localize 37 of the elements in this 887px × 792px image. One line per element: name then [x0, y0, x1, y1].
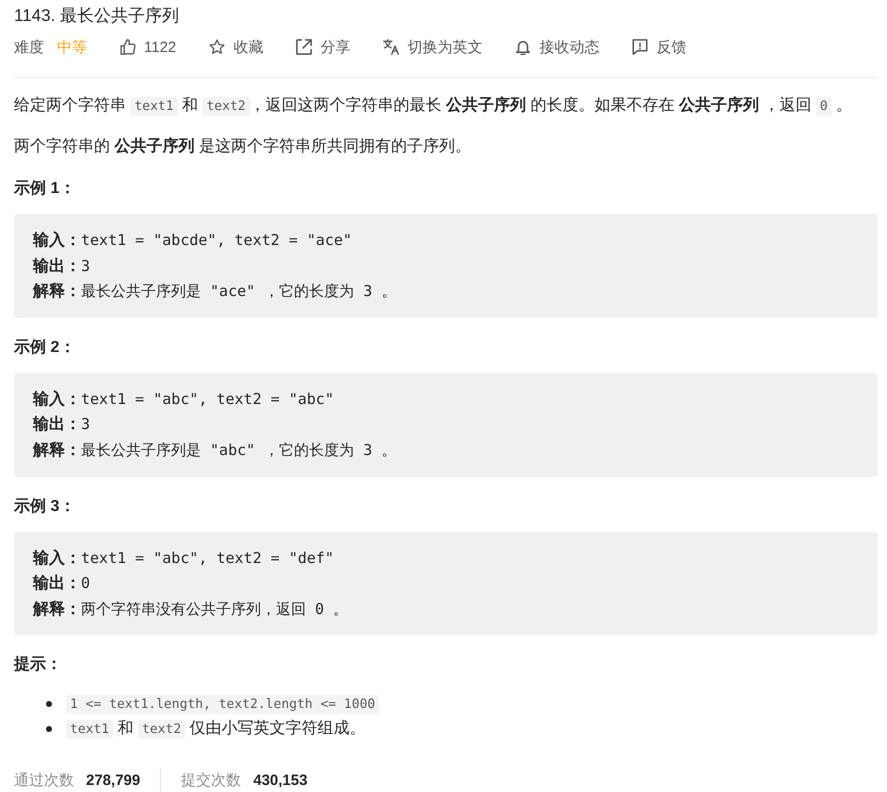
example-line: 解释：两个字符串没有公共子序列，返回 0 。 — [33, 598, 350, 620]
example-heading: 示例 1： — [14, 179, 76, 199]
translate-button[interactable]: 切换为英文 — [383, 38, 482, 56]
stat-value: 430,153 — [253, 772, 308, 789]
example-line: 输入：text1 = "abcde", text2 = "ace" — [33, 230, 353, 251]
hints-heading: 提示： — [14, 654, 63, 676]
bell-button[interactable]: 接收动态 — [515, 38, 600, 56]
star-button[interactable]: 收藏 — [209, 38, 264, 56]
translate-icon — [383, 39, 400, 55]
alert-bubble-icon — [632, 39, 648, 55]
thumbs-up-icon — [120, 39, 136, 55]
example-line: 输出：0 — [33, 573, 92, 594]
example-line: 输出：3 — [33, 256, 92, 277]
example-line: 输出：3 — [33, 414, 92, 436]
difficulty-value: 中等 — [57, 38, 87, 56]
description-text: 两个字符串的 公共子序列 是这两个字符串所共同拥有的子序列。 — [14, 136, 472, 157]
problem-title: 1143. 最长公共子序列 — [14, 5, 180, 27]
like-button[interactable]: 1122 — [120, 38, 176, 56]
example-line: 解释：最长公共子序列是 "ace" ，它的长度为 3 。 — [33, 281, 398, 302]
difficulty-label: 难度 — [14, 38, 44, 56]
star-icon — [209, 39, 226, 55]
bullet-icon — [46, 700, 52, 707]
example-line: 解释：最长公共子序列是 "abc" ，它的长度为 3 。 — [33, 440, 398, 461]
stat-value: 278,799 — [86, 772, 140, 789]
bullet-icon — [46, 726, 52, 732]
share-icon — [296, 39, 312, 55]
stat-label: 通过次数 — [14, 770, 74, 790]
example-line: 输入：text1 = "abc", text2 = "def" — [33, 548, 335, 569]
share-button[interactable]: 分享 — [296, 38, 350, 56]
example-heading: 示例 2： — [14, 338, 76, 358]
example-line: 输入：text1 = "abc", text2 = "abc" — [33, 388, 335, 410]
bell-icon — [515, 39, 532, 55]
description-text: 给定两个字符串 text1 和 text2 ，返回这两个字符串的最长 公共子序列 的长度。如果不存在 公共子序列 ，返回 0 。 — [14, 95, 854, 118]
example-heading: 示例 3： — [14, 496, 76, 517]
stat-label: 提交次数 — [181, 770, 242, 790]
hint-text: text1 和 text2 仅由小写英文字符组成。 — [66, 716, 366, 742]
feedback-button[interactable]: 反馈 — [632, 38, 686, 56]
